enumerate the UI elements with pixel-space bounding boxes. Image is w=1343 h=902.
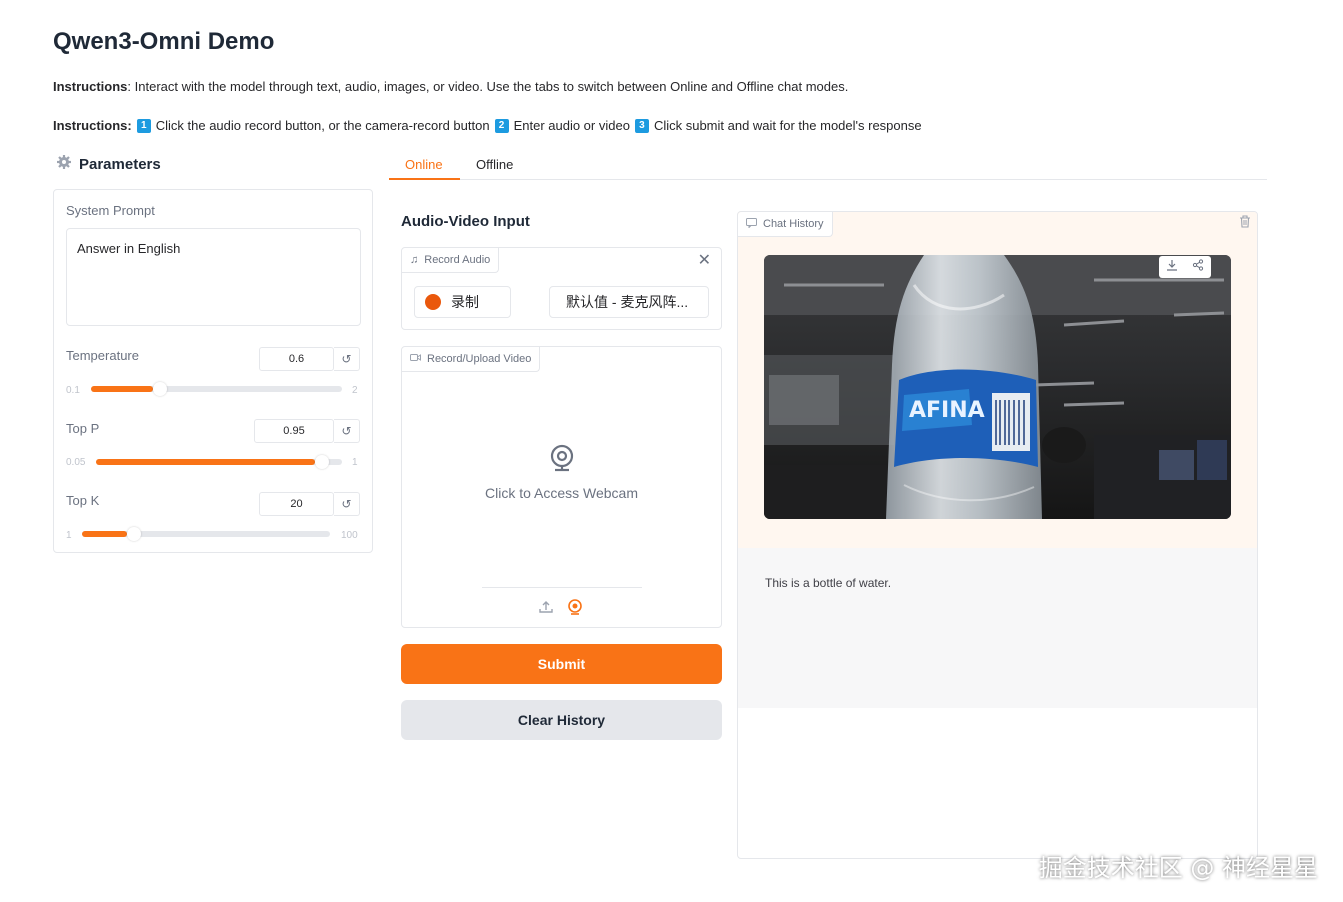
watermark: 掘金技术社区 @ 神经星星: [1038, 854, 1318, 882]
record-video-chip: Record/Upload Video: [402, 347, 541, 372]
submit-button[interactable]: Submit: [401, 644, 722, 684]
page-title: Qwen3-Omni Demo: [53, 28, 275, 55]
microphone-select[interactable]: 默认值 - 麦克风阵...: [549, 286, 709, 318]
refresh-icon: ↺: [341, 497, 352, 511]
top-p-slider-fill: [96, 459, 315, 465]
access-webcam-text[interactable]: Click to Access Webcam: [402, 485, 721, 501]
step-1-text: Click the audio record button, or the ca…: [155, 118, 490, 133]
system-prompt-input[interactable]: Answer in English: [66, 228, 361, 326]
clear-history-button[interactable]: Clear History: [401, 700, 722, 740]
instructions-text: : Interact with the model through text, …: [127, 79, 849, 94]
webcam-snapshot-image[interactable]: AFINA: [764, 255, 1231, 519]
temperature-max: 2: [352, 385, 358, 396]
record-button-label: 录制: [451, 294, 479, 310]
record-video-panel: Record/Upload Video Click to Access Webc…: [401, 346, 722, 628]
refresh-icon: ↺: [341, 352, 352, 366]
step-1-badge: 1: [136, 118, 151, 133]
top-p-max: 1: [352, 457, 358, 468]
parameters-heading: Parameters: [56, 154, 161, 174]
top-p-label: Top P: [66, 421, 100, 436]
mode-tabs: Online Offline: [389, 150, 1267, 180]
audio-video-heading: Audio-Video Input: [401, 213, 530, 230]
steps-label: Instructions:: [53, 118, 132, 133]
system-prompt-label: System Prompt: [66, 203, 155, 218]
tab-offline[interactable]: Offline: [476, 157, 513, 172]
record-audio-chip: ♫ Record Audio: [402, 248, 500, 273]
top-k-reset-button[interactable]: ↺: [334, 492, 360, 516]
top-k-min: 1: [66, 530, 72, 541]
bottle-label-text: AFINA: [909, 398, 985, 423]
top-p-input[interactable]: 0.95: [254, 419, 334, 443]
tab-online-underline: [389, 178, 460, 180]
temperature-slider-thumb[interactable]: [153, 382, 167, 396]
music-note-icon: ♫: [410, 254, 419, 266]
step-3-text: Click submit and wait for the model's re…: [653, 118, 922, 133]
parameters-title: Parameters: [79, 155, 161, 173]
instructions-line: Instructions: Interact with the model th…: [53, 79, 848, 94]
top-p-slider[interactable]: [96, 455, 342, 469]
top-p-min: 0.05: [66, 457, 86, 468]
bot-message: This is a bottle of water.: [738, 548, 1257, 708]
webcam-source-icon[interactable]: [567, 599, 583, 620]
record-video-label: Record/Upload Video: [427, 353, 532, 365]
record-audio-label: Record Audio: [424, 254, 491, 266]
top-k-slider-fill: [82, 531, 127, 537]
bot-message-text: This is a bottle of water.: [765, 576, 892, 590]
video-camera-icon: [410, 353, 421, 365]
top-k-max: 100: [341, 530, 358, 541]
top-p-slider-thumb[interactable]: [315, 455, 329, 469]
user-message: AFINA: [738, 212, 1257, 548]
step-2-text: Enter audio or video: [513, 118, 630, 133]
webcam-icon[interactable]: [549, 444, 575, 477]
temperature-slider[interactable]: [91, 382, 342, 396]
image-toolbar: [1159, 256, 1211, 278]
temperature-slider-fill: [91, 386, 153, 392]
record-audio-panel: ♫ Record Audio ✕ 录制 默认值 - 麦克风阵...: [401, 247, 722, 330]
top-p-reset-button[interactable]: ↺: [334, 419, 360, 443]
steps-line: Instructions: 1 Click the audio record b…: [53, 118, 922, 133]
parameters-panel: System Prompt Answer in English Temperat…: [53, 189, 373, 553]
top-k-input[interactable]: 20: [259, 492, 334, 516]
tab-online[interactable]: Online: [405, 157, 443, 172]
instructions-label: Instructions: [53, 79, 128, 94]
download-icon[interactable]: [1166, 258, 1178, 276]
step-2-badge: 2: [494, 118, 509, 133]
temperature-min: 0.1: [66, 385, 80, 396]
close-icon[interactable]: ✕: [698, 250, 711, 270]
trash-icon[interactable]: [1239, 215, 1251, 233]
chat-bubble-icon: [746, 217, 757, 231]
top-k-label: Top K: [66, 493, 100, 508]
chat-history-chip: Chat History: [738, 212, 833, 237]
chat-history-panel: Chat History AFINA This is a bottle of w…: [737, 211, 1258, 859]
gear-icon: [56, 154, 72, 174]
record-dot-icon: [425, 294, 441, 310]
video-divider: [482, 587, 642, 588]
top-k-slider[interactable]: [82, 527, 330, 541]
step-3-badge: 3: [634, 118, 649, 133]
record-button[interactable]: 录制: [414, 286, 511, 318]
temperature-label: Temperature: [66, 348, 139, 363]
share-icon[interactable]: [1192, 258, 1204, 276]
chat-history-label: Chat History: [763, 218, 824, 230]
refresh-icon: ↺: [341, 424, 352, 438]
upload-icon[interactable]: [538, 599, 554, 620]
temperature-reset-button[interactable]: ↺: [334, 347, 360, 371]
top-k-slider-thumb[interactable]: [127, 527, 141, 541]
temperature-input[interactable]: 0.6: [259, 347, 334, 371]
